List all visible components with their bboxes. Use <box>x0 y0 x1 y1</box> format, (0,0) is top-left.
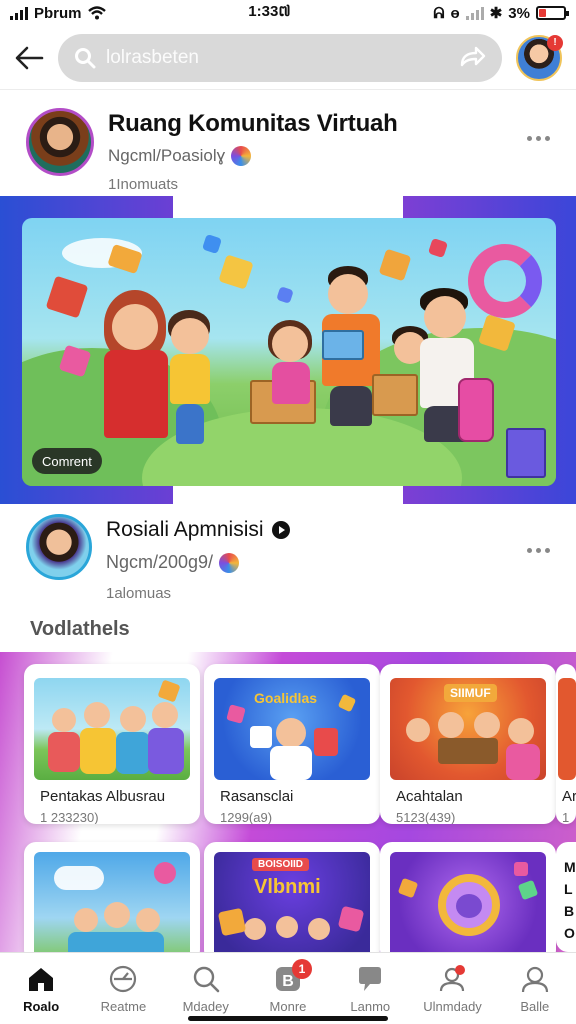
chat-icon <box>359 967 382 991</box>
card-item[interactable]: SIIMUF Acahtalan 5123(439) <box>380 664 556 824</box>
author-name[interactable]: Rosiali Apmnisisi <box>106 518 264 542</box>
post-header: Rosiali Apmnisisi Ngcm/200ɡ9/ 1alomuas <box>0 510 576 606</box>
card-art-subcaption: BOISOIID <box>252 858 310 871</box>
more-options-button[interactable] <box>527 548 550 606</box>
section-title: Vodlathels <box>30 618 130 640</box>
community-title: Ruang Komunitas Virtuah <box>108 110 398 137</box>
home-indicator[interactable] <box>188 1016 388 1021</box>
status-bar: Pbrum 1:33៧ ᕱ ɵ ✱ 3% <box>0 0 576 26</box>
card-item[interactable] <box>24 842 200 962</box>
globe-icon <box>231 146 252 166</box>
globe-icon <box>219 552 240 573</box>
user-icon <box>521 966 548 993</box>
home-icon <box>29 968 54 991</box>
hero-tag[interactable]: Comrent <box>32 448 102 474</box>
card-title: Acahtalan <box>396 788 463 805</box>
nav-profile[interactable]: Balle <box>499 963 571 1014</box>
svg-text:B: B <box>282 973 294 990</box>
nav-label: Monre <box>269 999 307 1014</box>
nav-explore[interactable]: Reatme <box>87 963 159 1014</box>
hero-banner-image[interactable] <box>22 218 556 486</box>
clock: 1:33៧ <box>248 3 291 20</box>
card-item[interactable] <box>380 842 556 962</box>
card-title: Rasansclai <box>220 788 294 805</box>
card-thumbnail: Goalidlas <box>214 678 370 780</box>
card-thumbnail <box>558 678 576 780</box>
card-thumbnail: BOISOIID Vlbnmi <box>214 852 370 962</box>
top-bar: ! <box>0 26 576 90</box>
nav-label: Mdadey <box>182 999 229 1014</box>
card-title: Ar <box>562 788 576 805</box>
community-subtitle: Ngcml/Poasiolɣ <box>108 146 226 165</box>
play-icon <box>271 521 290 539</box>
wifi-icon <box>87 6 106 20</box>
nav-label: Roalo <box>23 999 60 1014</box>
nav-badge: 1 <box>291 959 312 979</box>
community-meta: 1Inomuats <box>108 176 179 193</box>
back-button[interactable] <box>14 43 44 73</box>
card-peek[interactable]: M L B O <box>556 842 576 952</box>
card-art-caption: Vlbnmi <box>254 876 321 898</box>
card-count: 1299(a9) <box>220 810 273 824</box>
card-item[interactable]: Goalidlas Rasansclai 1299(a9) <box>204 664 380 824</box>
nav-activity[interactable]: Ulnmdady <box>417 963 489 1014</box>
card-title: Pentakas Albusrau <box>40 788 166 805</box>
battery-percent: 3% <box>508 4 530 22</box>
card-item[interactable]: Ar 1 <box>556 664 576 824</box>
nav-home[interactable]: Roalo <box>5 963 77 1014</box>
card-item[interactable]: BOISOIID Vlbnmi <box>204 842 380 962</box>
nav-label: Balle <box>520 999 550 1014</box>
card-art-caption: Goalidlas <box>254 690 318 706</box>
arrow-left-icon <box>15 46 44 69</box>
share-icon[interactable] <box>458 45 486 71</box>
signal-icon <box>10 6 28 20</box>
more-options-button[interactable] <box>527 136 550 204</box>
bluetooth-icon: ✱ <box>489 5 503 22</box>
nav-chat[interactable]: Lanmo <box>334 963 406 1014</box>
profile-avatar[interactable]: ! <box>516 34 563 81</box>
card-thumbnail: SIIMUF <box>390 678 546 780</box>
misc-icon: ɵ <box>450 4 460 22</box>
card-thumbnail <box>34 678 190 780</box>
nav-label: Ulnmdady <box>423 999 482 1014</box>
battery-icon <box>535 6 569 20</box>
card-peek-caption: M L B O <box>564 859 576 941</box>
card-count: 5123(439) <box>396 810 456 824</box>
alarm-icon: ᕱ <box>433 4 445 22</box>
community-header: Ruang Komunitas Virtuah Ngcml/Poasiolɣ 1… <box>0 104 576 204</box>
search-input[interactable] <box>106 46 448 69</box>
search-icon <box>193 966 220 993</box>
card-art-caption: SIIMUF <box>444 684 497 702</box>
cell-signal-icon <box>465 6 484 20</box>
nav-label: Lanmo <box>350 999 391 1014</box>
community-avatar[interactable] <box>26 108 94 176</box>
post-meta: 1alomuas <box>106 585 172 602</box>
notification-badge: ! <box>547 34 563 51</box>
card-count: 1 233230) <box>40 810 99 824</box>
nav-inbox[interactable]: B 1 Monre <box>252 959 324 1014</box>
search-bar[interactable] <box>58 33 502 82</box>
author-avatar[interactable] <box>26 514 92 580</box>
nav-label: Reatme <box>100 999 147 1014</box>
bottom-nav: Roalo Reatme Mdadey B 1 Monre Lanmo Ulnm… <box>0 952 576 1024</box>
compass-icon <box>110 965 137 993</box>
profile-alert-icon <box>439 965 465 992</box>
nav-search[interactable]: Mdadey <box>170 963 242 1014</box>
card-thumbnail <box>34 852 190 962</box>
card-thumbnail <box>390 852 546 962</box>
card-count: 1 <box>562 810 570 824</box>
card-item[interactable]: Pentakas Albusrau 1 233230) <box>24 664 200 824</box>
search-icon <box>75 47 96 68</box>
author-subtitle: Ngcm/200ɡ9/ <box>106 552 214 572</box>
carrier-label: Pbrum <box>34 4 82 22</box>
